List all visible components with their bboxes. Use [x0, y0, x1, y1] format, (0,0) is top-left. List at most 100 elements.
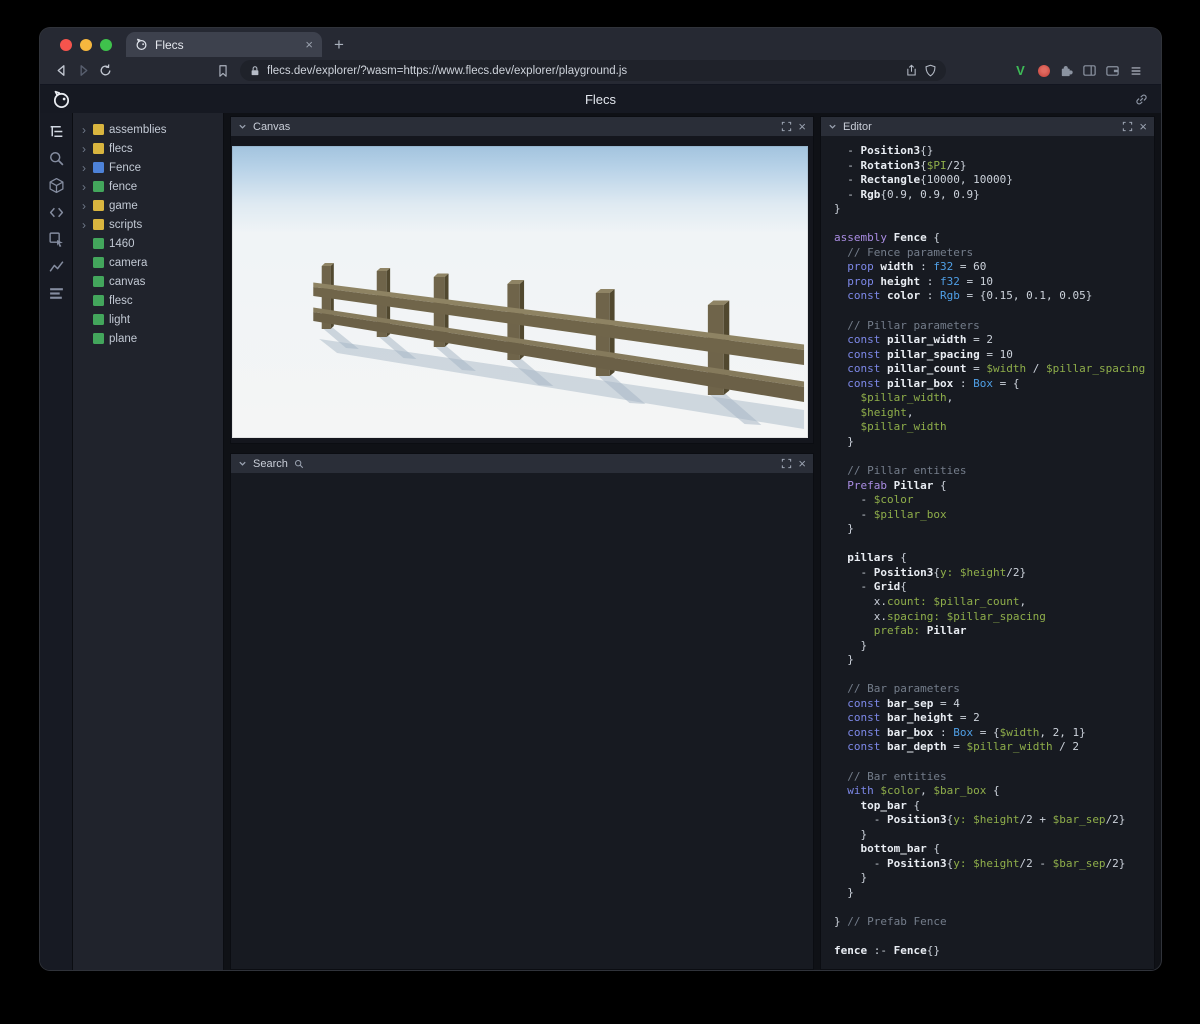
- code-line: assembly Fence {: [834, 231, 1154, 246]
- shield-icon[interactable]: [924, 64, 937, 77]
- code-line: - Grid{: [834, 580, 1154, 595]
- editor-panel-header[interactable]: Editor ×: [821, 117, 1154, 136]
- tree-item[interactable]: › fence: [73, 177, 223, 196]
- code-line: top_bar {: [834, 799, 1154, 814]
- expand-chevron-icon[interactable]: ›: [80, 200, 88, 212]
- close-panel-icon[interactable]: ×: [1139, 120, 1147, 133]
- search-panel-body[interactable]: [231, 473, 813, 969]
- canvas-panel-header[interactable]: Canvas ×: [231, 117, 813, 136]
- entity-hierarchy-icon[interactable]: [47, 122, 65, 140]
- 3d-canvas-viewport[interactable]: [232, 146, 808, 438]
- red-dot: [1038, 65, 1050, 77]
- code-line: $pillar_width,: [834, 391, 1154, 406]
- code-editor-content[interactable]: - Position3{} - Rotation3{$PI/2} - Recta…: [821, 136, 1154, 969]
- code-line: }: [834, 522, 1154, 537]
- tree-item[interactable]: camera: [73, 253, 223, 272]
- search-panel-header[interactable]: Search ×: [231, 454, 813, 473]
- expand-panel-icon[interactable]: [1122, 121, 1133, 132]
- code-line: // Pillar parameters: [834, 319, 1154, 334]
- close-panel-icon[interactable]: ×: [798, 457, 806, 470]
- collapse-chevron-icon[interactable]: [238, 459, 247, 468]
- close-window-button[interactable]: [60, 39, 72, 51]
- code-line: [834, 449, 1154, 464]
- code-line: // Fence parameters: [834, 246, 1154, 261]
- code-line: x.spacing: $pillar_spacing: [834, 610, 1154, 625]
- code-line: const pillar_box : Box = {: [834, 377, 1154, 392]
- extension-v-icon[interactable]: V: [1009, 60, 1032, 82]
- stats-chart-icon[interactable]: [47, 257, 65, 275]
- code-line: }: [834, 828, 1154, 843]
- v-letter: V: [1016, 63, 1025, 78]
- code-line: with $color, $bar_box {: [834, 784, 1154, 799]
- entity-label: fence: [109, 181, 137, 193]
- bookmark-icon[interactable]: [212, 60, 234, 82]
- new-tab-button[interactable]: +: [334, 36, 344, 53]
- permalink-icon[interactable]: [1134, 92, 1149, 107]
- code-line: }: [834, 653, 1154, 668]
- inspect-cursor-icon[interactable]: [47, 230, 65, 248]
- tab-favicon-flecs-logo: [135, 38, 148, 51]
- entity-kind-swatch: [93, 124, 104, 135]
- extension-red-icon[interactable]: [1032, 60, 1055, 82]
- script-code-icon[interactable]: [47, 203, 65, 221]
- tree-item[interactable]: ›flecs: [73, 139, 223, 158]
- code-line: - Position3{y: $height/2 + $bar_sep/2}: [834, 813, 1154, 828]
- back-button[interactable]: [50, 60, 72, 82]
- close-panel-icon[interactable]: ×: [798, 120, 806, 133]
- tab-close-icon[interactable]: ×: [305, 38, 313, 51]
- page-title: Flecs: [40, 92, 1161, 107]
- code-line: }: [834, 202, 1154, 217]
- menu-icon[interactable]: [1124, 60, 1147, 82]
- code-line: }: [834, 639, 1154, 654]
- tree-item[interactable]: light: [73, 310, 223, 329]
- collapse-chevron-icon[interactable]: [238, 122, 247, 131]
- code-line: const bar_box : Box = {$width, 2, 1}: [834, 726, 1154, 741]
- extensions-puzzle-icon[interactable]: [1055, 60, 1078, 82]
- tree-item[interactable]: 1460: [73, 234, 223, 253]
- panel-title: Canvas: [253, 121, 290, 133]
- entity-kind-swatch: [93, 219, 104, 230]
- entity-kind-swatch: [93, 200, 104, 211]
- code-line: [834, 668, 1154, 683]
- tree-item[interactable]: flesc: [73, 291, 223, 310]
- code-line: const pillar_count = $width / $pillar_sp…: [834, 362, 1154, 377]
- address-bar[interactable]: flecs.dev/explorer/?wasm=https://www.fle…: [240, 60, 946, 81]
- code-line: pillars {: [834, 551, 1154, 566]
- code-line: const bar_height = 2: [834, 711, 1154, 726]
- code-line: bottom_bar {: [834, 842, 1154, 857]
- reload-button[interactable]: [94, 60, 116, 82]
- tree-item[interactable]: ›game: [73, 196, 223, 215]
- wallet-icon[interactable]: [1101, 60, 1124, 82]
- tables-rows-icon[interactable]: [47, 284, 65, 302]
- forward-button[interactable]: [72, 60, 94, 82]
- expand-chevron-icon[interactable]: ›: [80, 124, 88, 136]
- tree-item[interactable]: ›Fence: [73, 158, 223, 177]
- canvas-panel: Canvas ×: [230, 116, 814, 444]
- minimize-window-button[interactable]: [80, 39, 92, 51]
- search-panel: Search ×: [230, 453, 814, 970]
- entity-tree: ›assemblies›flecs›Fence›fence›game›scrip…: [73, 113, 224, 970]
- query-search-icon[interactable]: [47, 149, 65, 167]
- tree-item[interactable]: ›scripts: [73, 215, 223, 234]
- tab-title: Flecs: [155, 38, 298, 52]
- expand-panel-icon[interactable]: [781, 121, 792, 132]
- sidebar-toggle-icon[interactable]: [1078, 60, 1101, 82]
- tree-item[interactable]: canvas: [73, 272, 223, 291]
- code-line: }: [834, 886, 1154, 901]
- expand-chevron-icon[interactable]: ›: [80, 162, 88, 174]
- tree-item[interactable]: ›assemblies: [73, 120, 223, 139]
- expand-panel-icon[interactable]: [781, 458, 792, 469]
- tree-item[interactable]: plane: [73, 329, 223, 348]
- share-icon[interactable]: [905, 64, 918, 77]
- expand-chevron-icon[interactable]: ›: [80, 219, 88, 231]
- entities-cube-icon[interactable]: [47, 176, 65, 194]
- code-line: [834, 755, 1154, 770]
- zoom-window-button[interactable]: [100, 39, 112, 51]
- window-controls: [60, 39, 112, 51]
- collapse-chevron-icon[interactable]: [828, 122, 837, 131]
- browser-tab[interactable]: Flecs ×: [126, 32, 322, 57]
- expand-chevron-icon[interactable]: ›: [80, 181, 88, 193]
- code-line: const bar_depth = $pillar_width / 2: [834, 740, 1154, 755]
- code-line: Prefab Pillar {: [834, 479, 1154, 494]
- expand-chevron-icon[interactable]: ›: [80, 143, 88, 155]
